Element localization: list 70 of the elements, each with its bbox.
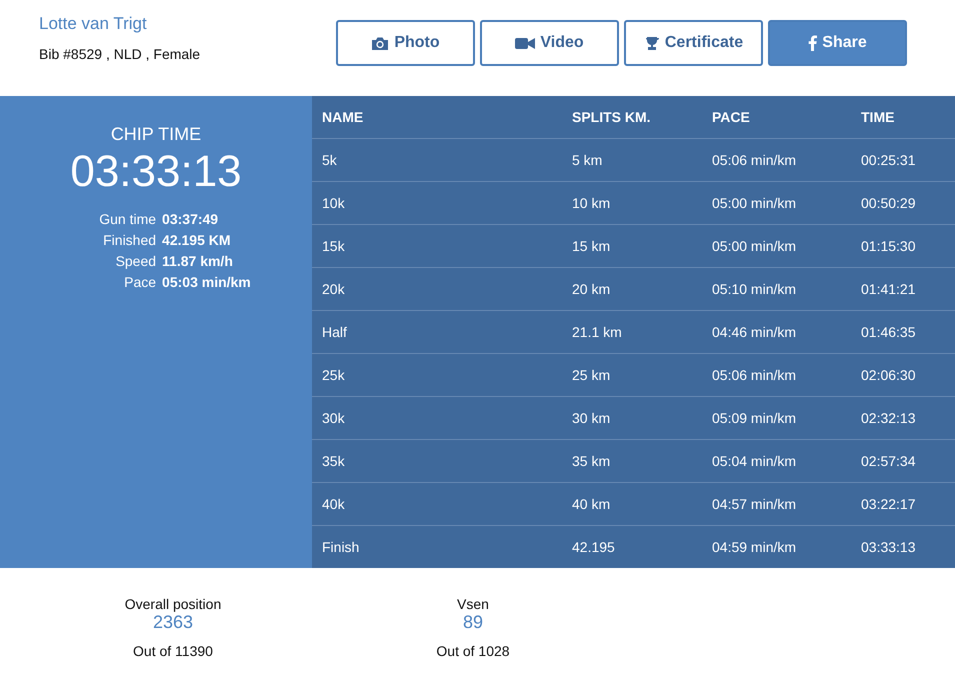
table-cell-text: Finish xyxy=(322,539,360,555)
table-cell-text: 05:00 min/km xyxy=(712,238,798,254)
table-cell-text: 10k xyxy=(322,195,346,211)
table-cell-text: 5k xyxy=(322,152,338,168)
table-cell-text: 05:06 min/km xyxy=(712,152,798,168)
table-cell-text: 42.195 xyxy=(572,539,616,555)
table-cell-text: 03:22:17 xyxy=(861,496,916,512)
ranking-position: 2363 xyxy=(152,612,194,633)
runner-name: Lotte van Trigt xyxy=(39,14,148,34)
stat-value: 11.87 km/h xyxy=(162,253,234,269)
table-cell-text: 01:15:30 xyxy=(861,238,916,254)
video-camera-icon xyxy=(515,36,536,50)
table-cell-text: 05:10 min/km xyxy=(712,281,798,297)
runner-details: Bib #8529 , NLD , Female xyxy=(39,46,202,62)
stat-label: Finished xyxy=(102,232,156,248)
ranking-position: 89 xyxy=(462,612,484,633)
ranking-label: Vsen xyxy=(457,596,489,612)
action-button[interactable]: Video xyxy=(480,20,619,66)
stat-value: 03:37:49 xyxy=(162,211,220,227)
facebook-icon xyxy=(808,35,818,51)
table-cell-text: 20 km xyxy=(572,281,612,297)
table-cell-text: 40k xyxy=(322,496,346,512)
stat-value: 05:03 min/km xyxy=(162,274,251,290)
table-cell-text: 40 km xyxy=(572,496,612,512)
action-button[interactable]: Certificate xyxy=(624,20,763,66)
table-cell-text: 05:09 min/km xyxy=(712,410,798,426)
table-cell-text: 00:50:29 xyxy=(861,195,916,211)
table-cell-text: 04:57 min/km xyxy=(712,496,798,512)
table-cell-text: 35k xyxy=(322,453,346,469)
table-cell-text: 02:32:13 xyxy=(861,410,916,426)
table-cell-text: 04:59 min/km xyxy=(712,539,798,555)
table-cell-text: Half xyxy=(322,324,348,340)
table-cell-text: 15k xyxy=(322,238,346,254)
table-cell-text: 00:25:31 xyxy=(861,152,916,168)
table-cell-text: 15 km xyxy=(572,238,612,254)
table-cell-text: 35 km xyxy=(572,453,612,469)
table-cell-text: 05:06 min/km xyxy=(712,367,798,383)
table-cell-text: 10 km xyxy=(572,195,612,211)
chip-time-value: 03:33:13 xyxy=(70,147,242,197)
table-cell-text: 02:57:34 xyxy=(861,453,916,469)
camera-icon xyxy=(371,36,390,50)
stat-value: 42.195 KM xyxy=(162,232,232,248)
column-header: TIME xyxy=(861,109,896,125)
table-cell-text: 02:06:30 xyxy=(861,367,916,383)
table-cell-text: 05:00 min/km xyxy=(712,195,798,211)
action-button[interactable]: Photo xyxy=(336,20,475,66)
ranking-total: Out of 11390 xyxy=(133,643,213,659)
table-cell-text: 04:46 min/km xyxy=(712,324,798,340)
table-cell-text: 30 km xyxy=(572,410,612,426)
table-cell-text: 01:41:21 xyxy=(861,281,916,297)
table-cell-text: 05:04 min/km xyxy=(712,453,798,469)
table-cell-text: 01:46:35 xyxy=(861,324,916,340)
table-cell-text: 30k xyxy=(322,410,346,426)
stat-label: Pace xyxy=(123,274,156,290)
stat-label: Gun time xyxy=(99,211,156,227)
table-cell-text: 25k xyxy=(322,367,346,383)
column-header: SPLITS KM. xyxy=(572,109,652,125)
chip-time-label: CHIP TIME xyxy=(110,124,202,145)
ranking-total: Out of 1028 xyxy=(436,643,510,659)
action-button[interactable]: Share xyxy=(768,20,907,66)
trophy-icon xyxy=(644,36,660,50)
table-cell-text: 03:33:13 xyxy=(861,539,916,555)
table-cell-text: 25 km xyxy=(572,367,612,383)
table-cell-text: 5 km xyxy=(572,152,604,168)
column-header: PACE xyxy=(712,109,751,125)
table-cell-text: 21.1 km xyxy=(572,324,623,340)
stat-label: Speed xyxy=(114,253,156,269)
ranking-label: Overall position xyxy=(124,596,222,612)
table-cell-text: 20k xyxy=(322,281,346,297)
column-header: NAME xyxy=(322,109,364,125)
